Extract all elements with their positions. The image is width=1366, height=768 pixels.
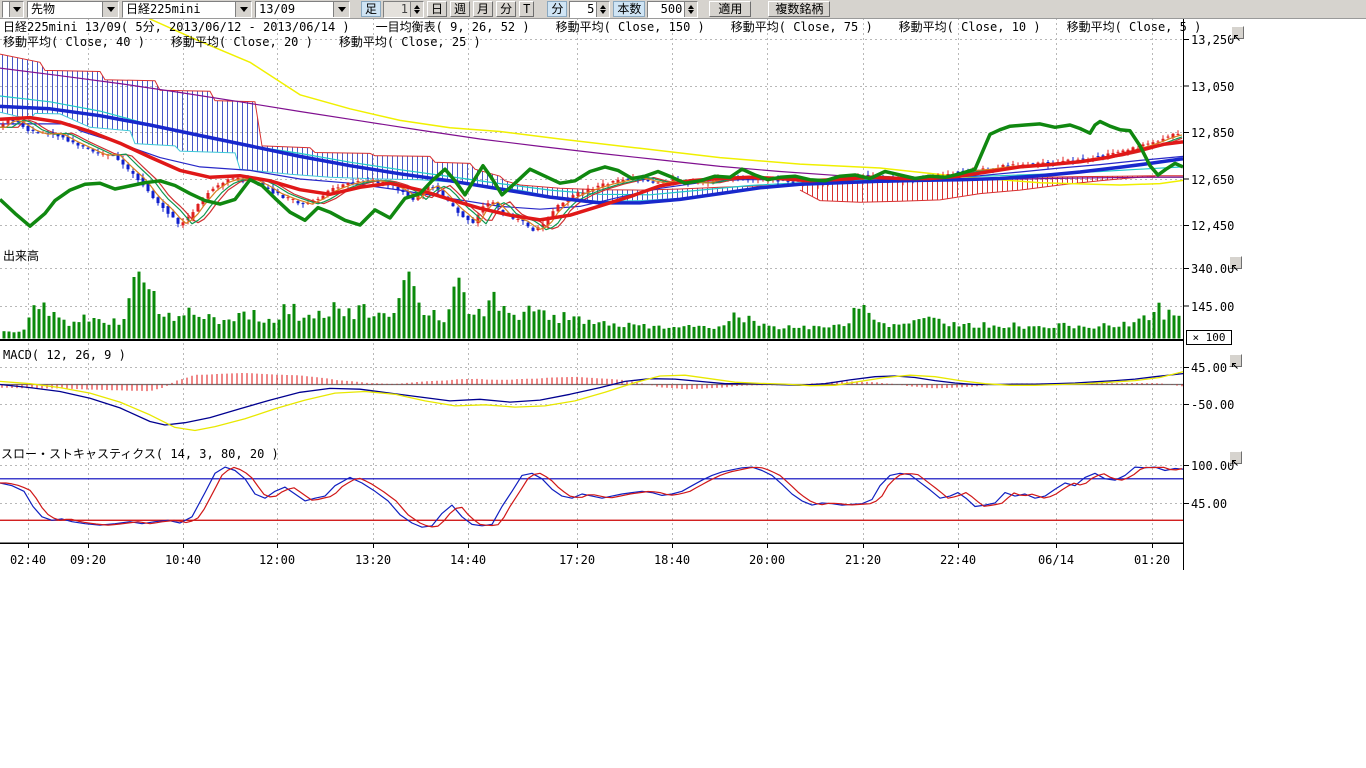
bar-type-button[interactable]: 足 [361, 1, 381, 17]
volume-axis-label: 340.00 [1191, 262, 1234, 276]
time-axis-label: 21:20 [833, 553, 893, 567]
legend-ma75: 移動平均( Close, 75 ) [731, 21, 873, 34]
symbol-dropdown[interactable]: 日経225mini [122, 1, 252, 18]
time-axis-label: 09:20 [58, 553, 118, 567]
legend-row-1: 日経225mini 13/09( 5分, 2013/06/12 - 2013/0… [3, 21, 1201, 34]
weekly-button[interactable]: 週 [450, 1, 470, 17]
time-axis-label: 22:40 [928, 553, 988, 567]
spinner-arrows-icon[interactable] [596, 2, 609, 17]
legend-ma5: 移動平均( Close, 5 ) [1067, 21, 1202, 34]
interval-spinner-value: 1 [384, 2, 410, 17]
price-axis-label: 13,250 [1191, 33, 1234, 47]
bar-count-value: 500 [648, 2, 684, 17]
down-triangle-icon [338, 7, 346, 12]
mini-dropdown[interactable] [2, 1, 24, 18]
stochastics-pane-label: スロー・ストキャスティクス( 14, 3, 80, 20 ) [1, 448, 279, 461]
up-triangle-icon [600, 5, 606, 9]
series-stoch-d [0, 467, 1182, 527]
category-dropdown-value: 先物 [28, 2, 102, 17]
legend-row-2: 移動平均( Close, 40 ) 移動平均( Close, 20 ) 移動平均… [3, 36, 481, 49]
bar-count-spinner[interactable]: 500 [647, 1, 698, 18]
spinner-arrows-icon[interactable] [684, 2, 697, 17]
monthly-button[interactable]: 月 [473, 1, 493, 17]
dropdown-arrow-icon[interactable] [9, 2, 23, 17]
chart-canvas[interactable] [0, 0, 1366, 575]
legend-symbol-range: 日経225mini 13/09( 5分, 2013/06/12 - 2013/0… [3, 21, 350, 34]
time-axis-label: 12:00 [247, 553, 307, 567]
legend-ma150: 移動平均( Close, 150 ) [556, 21, 705, 34]
legend-ma40: 移動平均( Close, 40 ) [3, 36, 145, 49]
up-triangle-icon [414, 5, 420, 9]
series-macd-histogram [2, 373, 1182, 391]
spinner-arrows-icon[interactable] [410, 2, 423, 17]
time-axis-label: 20:00 [737, 553, 797, 567]
volume-multiplier-badge: × 100 [1186, 330, 1232, 345]
price-pane-restore-button[interactable] [1231, 26, 1244, 39]
up-triangle-icon [688, 5, 694, 9]
macd-pane-label: MACD( 12, 26, 9 ) [3, 349, 126, 362]
series-stoch-k [0, 467, 1183, 527]
price-axis-label: 12,650 [1191, 173, 1234, 187]
time-axis-label: 14:40 [438, 553, 498, 567]
legend-ma25: 移動平均( Close, 25 ) [339, 36, 481, 49]
legend-ma20: 移動平均( Close, 20 ) [171, 36, 313, 49]
down-triangle-icon [13, 7, 21, 12]
legend-ma10: 移動平均( Close, 10 ) [899, 21, 1041, 34]
resize-arrow-icon [1230, 458, 1239, 467]
interval-spinner[interactable]: 1 [383, 1, 424, 18]
down-triangle-icon [688, 10, 694, 14]
dropdown-arrow-icon[interactable] [235, 2, 251, 17]
legend-ichimoku: 一目均衡表( 9, 26, 52 ) [376, 21, 530, 34]
volume-pane-restore-button[interactable] [1229, 256, 1242, 269]
volume-axis-label: 145.00 [1191, 300, 1234, 314]
bar-count-label[interactable]: 本数 [613, 1, 645, 17]
price-axis-label: 12,450 [1191, 219, 1234, 233]
price-axis-label: 12,850 [1191, 126, 1234, 140]
symbol-dropdown-value: 日経225mini [123, 2, 235, 17]
minute-mode-toggle[interactable]: 分 [547, 1, 567, 17]
series-volume-bars [3, 272, 1181, 339]
volume-pane-label: 出来高 [3, 250, 39, 263]
category-dropdown[interactable]: 先物 [27, 1, 119, 18]
toolbar: 先物 日経225mini 13/09 足 1 日 週 月 分 T 分 5 本数 … [0, 0, 1366, 19]
resize-arrow-icon [1232, 33, 1241, 42]
time-axis-label: 18:40 [642, 553, 702, 567]
dropdown-arrow-icon[interactable] [333, 2, 349, 17]
down-triangle-icon [107, 7, 115, 12]
stoch-axis-label: 100.00 [1191, 459, 1234, 473]
daily-button[interactable]: 日 [427, 1, 447, 17]
stoch-pane-restore-button[interactable] [1229, 451, 1242, 464]
time-axis-label: 02:40 [0, 553, 58, 567]
time-axis-label: 01:20 [1122, 553, 1182, 567]
down-triangle-icon [414, 10, 420, 14]
macd-pane-restore-button[interactable] [1229, 354, 1242, 367]
time-axis-label: 10:40 [153, 553, 213, 567]
minute-value-spinner[interactable]: 5 [569, 1, 610, 18]
down-triangle-icon [600, 10, 606, 14]
macd-axis-label: 45.00 [1191, 361, 1227, 375]
chart-area: 日経225mini 13/09( 5分, 2013/06/12 - 2013/0… [0, 0, 1366, 768]
tick-button[interactable]: T [519, 1, 534, 17]
price-axis-label: 13,050 [1191, 80, 1234, 94]
contract-month-dropdown[interactable]: 13/09 [255, 1, 350, 18]
apply-button[interactable]: 適用 [709, 1, 751, 17]
time-axis-label: 13:20 [343, 553, 403, 567]
multi-symbol-button[interactable]: 複数銘柄 [768, 1, 830, 17]
stoch-axis-label: 45.00 [1191, 497, 1227, 511]
time-axis-label: 17:20 [547, 553, 607, 567]
time-axis-label: 06/14 [1026, 553, 1086, 567]
minute-value: 5 [570, 2, 596, 17]
down-triangle-icon [240, 7, 248, 12]
resize-arrow-icon [1230, 263, 1239, 272]
minute-button[interactable]: 分 [496, 1, 516, 17]
macd-axis-label: -50.00 [1191, 398, 1234, 412]
dropdown-arrow-icon[interactable] [102, 2, 118, 17]
resize-arrow-icon [1230, 361, 1239, 370]
contract-month-dropdown-value: 13/09 [256, 2, 333, 17]
